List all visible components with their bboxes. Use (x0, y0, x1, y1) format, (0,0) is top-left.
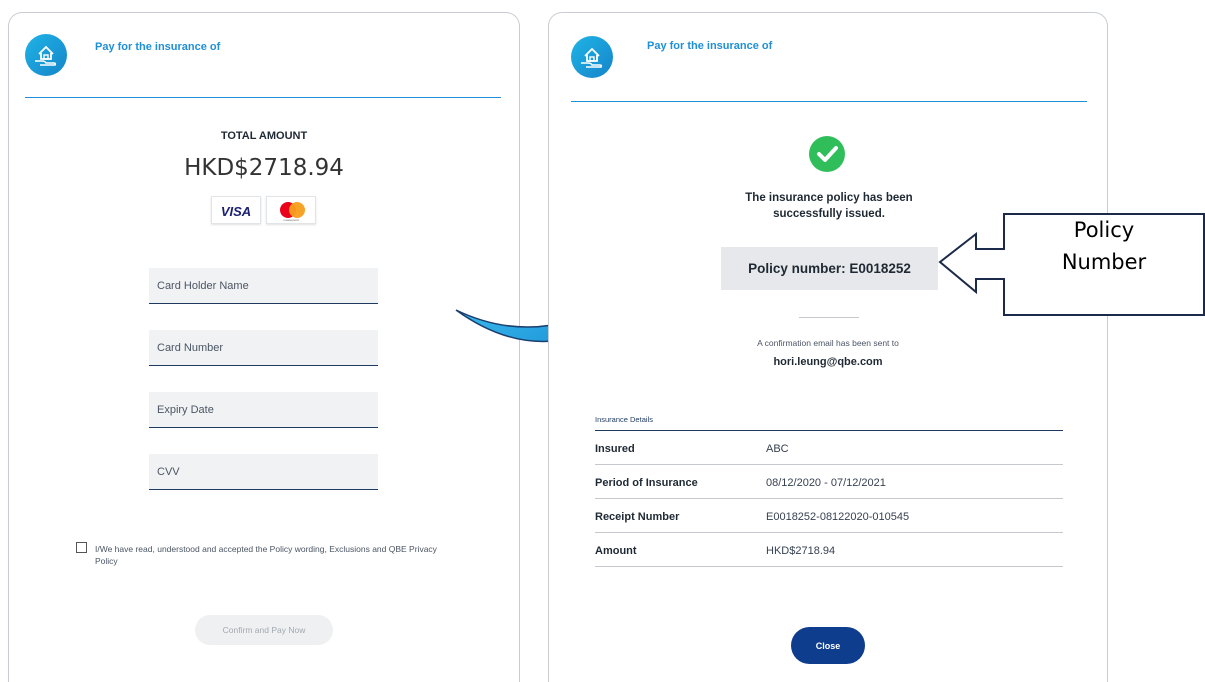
home-insurance-logo (571, 36, 613, 78)
details-row: Insured ABC (595, 431, 1063, 465)
total-amount-label: TOTAL AMOUNT (220, 130, 308, 142)
policy-number-callout: Policy Number (1004, 214, 1204, 315)
consent-checkbox[interactable] (76, 542, 87, 553)
details-label: Receipt Number (595, 511, 680, 523)
details-value: 08/12/2020 - 07/12/2021 (766, 477, 886, 489)
house-hand-icon (35, 45, 57, 66)
card-number-input[interactable] (149, 330, 378, 365)
confirmation-email: hori.leung@qbe.com (773, 356, 883, 368)
header-divider (25, 97, 501, 98)
payment-card: Pay for the insurance of TOTAL AMOUNT HK… (8, 12, 520, 682)
details-label: Insured (595, 443, 635, 455)
details-label: Period of Insurance (595, 477, 698, 489)
email-note: A confirmation email has been sent to (757, 338, 899, 348)
success-check-icon (809, 136, 845, 172)
header-title: Pay for the insurance of (95, 41, 221, 53)
consent-text: I/We have read, understood and accepted … (95, 544, 437, 566)
short-divider (799, 317, 859, 318)
close-button[interactable]: Close (791, 627, 865, 664)
success-line-1: The insurance policy has been (745, 192, 913, 204)
visa-text: VISA (220, 204, 252, 219)
details-row: Amount HKD$2718.94 (595, 533, 1063, 567)
callout-line-1: Policy (1073, 218, 1135, 242)
card-holder-name-field[interactable] (149, 268, 378, 304)
details-row: Period of Insurance 08/12/2020 - 07/12/2… (595, 465, 1063, 499)
details-value: E0018252-08122020-010545 (766, 511, 910, 523)
cvv-input[interactable] (149, 454, 378, 489)
details-value: ABC (766, 443, 789, 455)
details-label: Amount (595, 545, 637, 557)
policy-number-text: Policy number: E0018252 (748, 261, 911, 276)
expiry-date-input[interactable] (149, 392, 378, 427)
expiry-date-field[interactable] (149, 392, 378, 428)
header-divider (571, 101, 1087, 102)
card-number-field[interactable] (149, 330, 378, 366)
confirm-and-pay-button[interactable]: Confirm and Pay Now (195, 615, 333, 645)
details-row: Receipt Number E0018252-08122020-010545 (595, 499, 1063, 533)
visa-logo: VISA (211, 196, 261, 224)
home-insurance-logo (25, 34, 67, 76)
insurance-details-title: Insurance Details (595, 415, 653, 424)
house-hand-icon (581, 47, 603, 68)
success-line-2: successfully issued. (773, 208, 885, 220)
header-title: Pay for the insurance of (647, 40, 773, 52)
total-amount-value: HKD$2718.94 (184, 155, 344, 181)
cvv-field[interactable] (149, 454, 378, 490)
card-holder-name-input[interactable] (149, 268, 378, 303)
mastercard-text: mastercard (283, 218, 299, 222)
success-message: The insurance policy has been successful… (689, 190, 969, 222)
confirmation-card: Pay for the insurance of The insurance p… (548, 12, 1108, 682)
policy-number-box: Policy number: E0018252 (721, 247, 938, 290)
details-value: HKD$2718.94 (766, 545, 836, 557)
mastercard-logo: mastercard (266, 196, 316, 224)
callout-line-2: Number (1061, 250, 1147, 274)
mastercard-yellow-circle (289, 202, 305, 218)
